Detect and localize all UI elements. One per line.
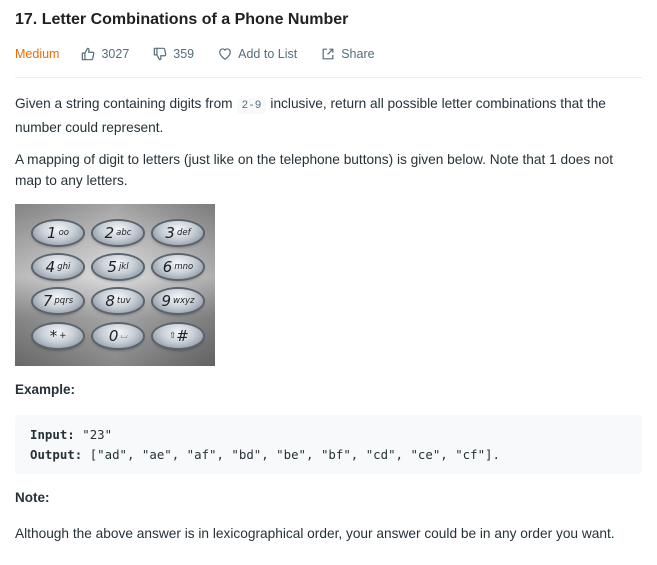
problem-title: 17. Letter Combinations of a Phone Numbe… — [15, 11, 349, 28]
key-digit: 5 — [107, 258, 117, 276]
heart-icon — [219, 48, 232, 60]
dislike-button[interactable]: 359 — [153, 47, 194, 61]
share-button[interactable]: Share — [321, 47, 375, 61]
thumbs-down-icon — [153, 47, 167, 61]
key-digit: 6 — [162, 258, 173, 276]
key-letters: ghi — [57, 262, 71, 272]
key-letters: wxyz — [173, 296, 195, 306]
key-digit: # — [176, 327, 189, 345]
problem-page: 17. Letter Combinations of a Phone Numbe… — [0, 0, 657, 565]
key-digit: 4 — [45, 258, 56, 276]
example-output-line: Output: ["ad", "ae", "af", "bd", "be", "… — [30, 447, 500, 462]
key-digit: 1 — [47, 224, 57, 242]
output-value: ["ad", "ae", "af", "bd", "be", "bf", "cd… — [89, 447, 500, 462]
header-divider — [15, 77, 642, 78]
share-icon — [322, 48, 334, 60]
inline-code-digits: 2-9 — [236, 98, 267, 114]
key-digit: * — [49, 327, 58, 345]
key-digit: 8 — [105, 292, 115, 310]
key-letters: + — [59, 331, 67, 341]
thumbs-up-icon — [82, 47, 95, 61]
difficulty-badge: Medium — [15, 47, 60, 61]
key-letters: ⌴ — [120, 331, 128, 341]
description-text: Given a string containing digits from — [15, 96, 233, 111]
example-input-line: Input: "23" — [30, 427, 112, 442]
like-count: 3027 — [101, 47, 130, 61]
description-paragraph-2: A mapping of digit to letters (just like… — [15, 152, 614, 188]
input-value: "23" — [82, 427, 113, 442]
key-letters: jkl — [118, 262, 129, 272]
key-letters: abc — [116, 228, 132, 238]
note-paragraph: Although the above answer is in lexicogr… — [15, 526, 615, 541]
keypad-key-5: 5 jkl — [93, 255, 143, 279]
keypad-key-11: 0 ⌴ — [93, 324, 143, 348]
keypad-key-8: 8 tuv — [93, 289, 143, 313]
key-letters: pqrs — [54, 296, 74, 306]
keypad-key-12: ⇧ # — [153, 324, 203, 348]
key-digit: 9 — [161, 292, 172, 310]
share-label: Share — [341, 47, 375, 61]
keypad-key-4: 4 ghi — [33, 255, 83, 279]
key-digit: 0 — [108, 327, 119, 345]
key-letters: mno — [174, 262, 194, 272]
key-letters: oo — [58, 228, 69, 238]
keypad-key-10: * + — [33, 324, 83, 348]
key-letters: ⇧ — [169, 331, 177, 341]
telephone-keypad-image: 1 oo 2 abc 3 def 4 ghi 5 jkl 6 mno 7 pqrs 8 tuv 9 wxyz * +0… — [15, 204, 215, 366]
key-digit: 7 — [42, 292, 53, 310]
example-code-block: Input: "23" Output: ["ad", "ae", "af", "… — [15, 415, 642, 474]
example-heading: Example: — [15, 382, 76, 397]
like-button[interactable]: 3027 — [81, 47, 129, 61]
note-heading: Note: — [15, 490, 50, 505]
keypad-key-9: 9 wxyz — [153, 289, 203, 313]
input-label: Input: — [30, 427, 75, 442]
add-to-list-label: Add to List — [238, 47, 298, 61]
key-letters: def — [176, 228, 191, 238]
keypad-key-2: 2 abc — [93, 221, 143, 245]
keypad-key-3: 3 def — [153, 221, 203, 245]
key-letters: tuv — [116, 296, 131, 306]
output-label: Output: — [30, 447, 83, 462]
add-to-list-button[interactable]: Add to List — [218, 47, 297, 61]
dislike-count: 359 — [173, 47, 195, 61]
problem-meta-bar: Medium 3027 359 Add to List Share — [15, 44, 399, 64]
keypad-key-6: 6 mno — [153, 255, 203, 279]
key-digit: 2 — [104, 224, 115, 242]
key-digit: 3 — [165, 224, 175, 242]
keypad-key-7: 7 pqrs — [33, 289, 83, 313]
description-paragraph-1: Given a string containing digits from 2-9… — [15, 93, 640, 138]
keypad-key-1: 1 oo — [33, 221, 83, 245]
